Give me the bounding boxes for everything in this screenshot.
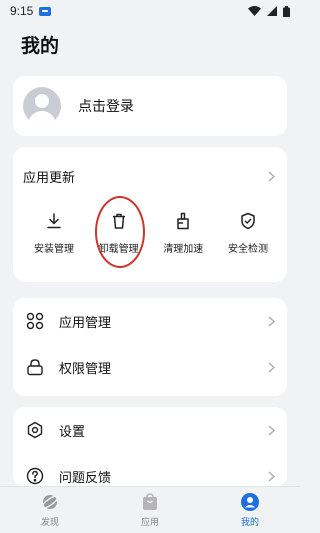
question-icon <box>25 466 45 486</box>
grid-icon <box>25 311 45 331</box>
chevron-right-icon <box>268 361 275 373</box>
status-bar: 9:15 <box>0 0 300 22</box>
install-manage-label: 安装管理 <box>34 244 74 255</box>
download-icon <box>42 209 66 233</box>
menu-item-permission-manage[interactable]: 权限管理 <box>13 344 287 390</box>
shield-check-icon <box>236 209 260 233</box>
avatar[interactable] <box>23 87 61 125</box>
menu-item-feedback[interactable]: 问题反馈 <box>13 453 287 487</box>
nav-item-discover[interactable]: 发现 <box>10 492 90 528</box>
manage-card: 应用管理 权限管理 <box>13 298 287 396</box>
chevron-right-icon <box>268 470 275 482</box>
nav-label: 应用 <box>140 518 159 528</box>
settings-card: 设置 问题反馈 <box>13 407 287 487</box>
nav-label: 发现 <box>40 518 59 528</box>
notification-icon <box>39 6 52 16</box>
nav-item-apps[interactable]: 应用 <box>110 492 190 528</box>
status-indicators <box>248 5 290 17</box>
bag-icon <box>143 493 157 510</box>
wifi-icon <box>248 6 261 16</box>
menu-item-settings[interactable]: 设置 <box>13 407 287 453</box>
clean-speedup-button[interactable]: 清理加速 <box>152 209 214 255</box>
uninstall-manage-label: 卸载管理 <box>98 244 139 255</box>
security-check-button[interactable]: 安全检测 <box>217 209 279 255</box>
planet-icon <box>40 495 60 509</box>
lock-icon <box>25 357 45 377</box>
menu-item-label: 权限管理 <box>59 361 112 377</box>
nav-label: 我的 <box>240 518 259 528</box>
profile-icon <box>241 493 259 511</box>
page-title: 我的 <box>21 35 60 57</box>
app-updates-title: 应用更新 <box>23 170 76 186</box>
battery-icon <box>283 5 290 17</box>
login-card[interactable]: 点击登录 <box>13 76 287 136</box>
bottom-nav: 发现 应用 我的 <box>0 486 300 533</box>
chevron-right-icon <box>268 424 275 436</box>
signal-icon <box>267 6 277 16</box>
menu-item-label: 应用管理 <box>59 315 112 331</box>
security-check-label: 安全检测 <box>227 244 268 255</box>
nav-item-mine[interactable]: 我的 <box>210 492 290 528</box>
clean-speedup-label: 清理加速 <box>163 244 204 255</box>
chevron-right-icon <box>268 170 275 182</box>
menu-item-label: 设置 <box>59 424 86 440</box>
menu-item-app-manage[interactable]: 应用管理 <box>13 298 287 344</box>
install-manage-button[interactable]: 安装管理 <box>23 209 85 255</box>
chevron-right-icon <box>268 315 275 327</box>
login-label[interactable]: 点击登录 <box>78 96 134 116</box>
menu-item-label: 问题反馈 <box>59 470 112 486</box>
status-time: 9:15 <box>10 4 34 18</box>
broom-icon <box>171 209 195 233</box>
app-updates-row[interactable]: 应用更新 <box>13 147 287 205</box>
trash-icon <box>107 209 131 233</box>
gear-icon <box>25 420 45 440</box>
app-updates-card: 应用更新 安装管理 卸载管理 清理加速 安全检测 <box>13 147 287 282</box>
tools-row: 安装管理 卸载管理 清理加速 安全检测 <box>13 209 287 255</box>
uninstall-manage-button[interactable]: 卸载管理 <box>88 209 150 255</box>
